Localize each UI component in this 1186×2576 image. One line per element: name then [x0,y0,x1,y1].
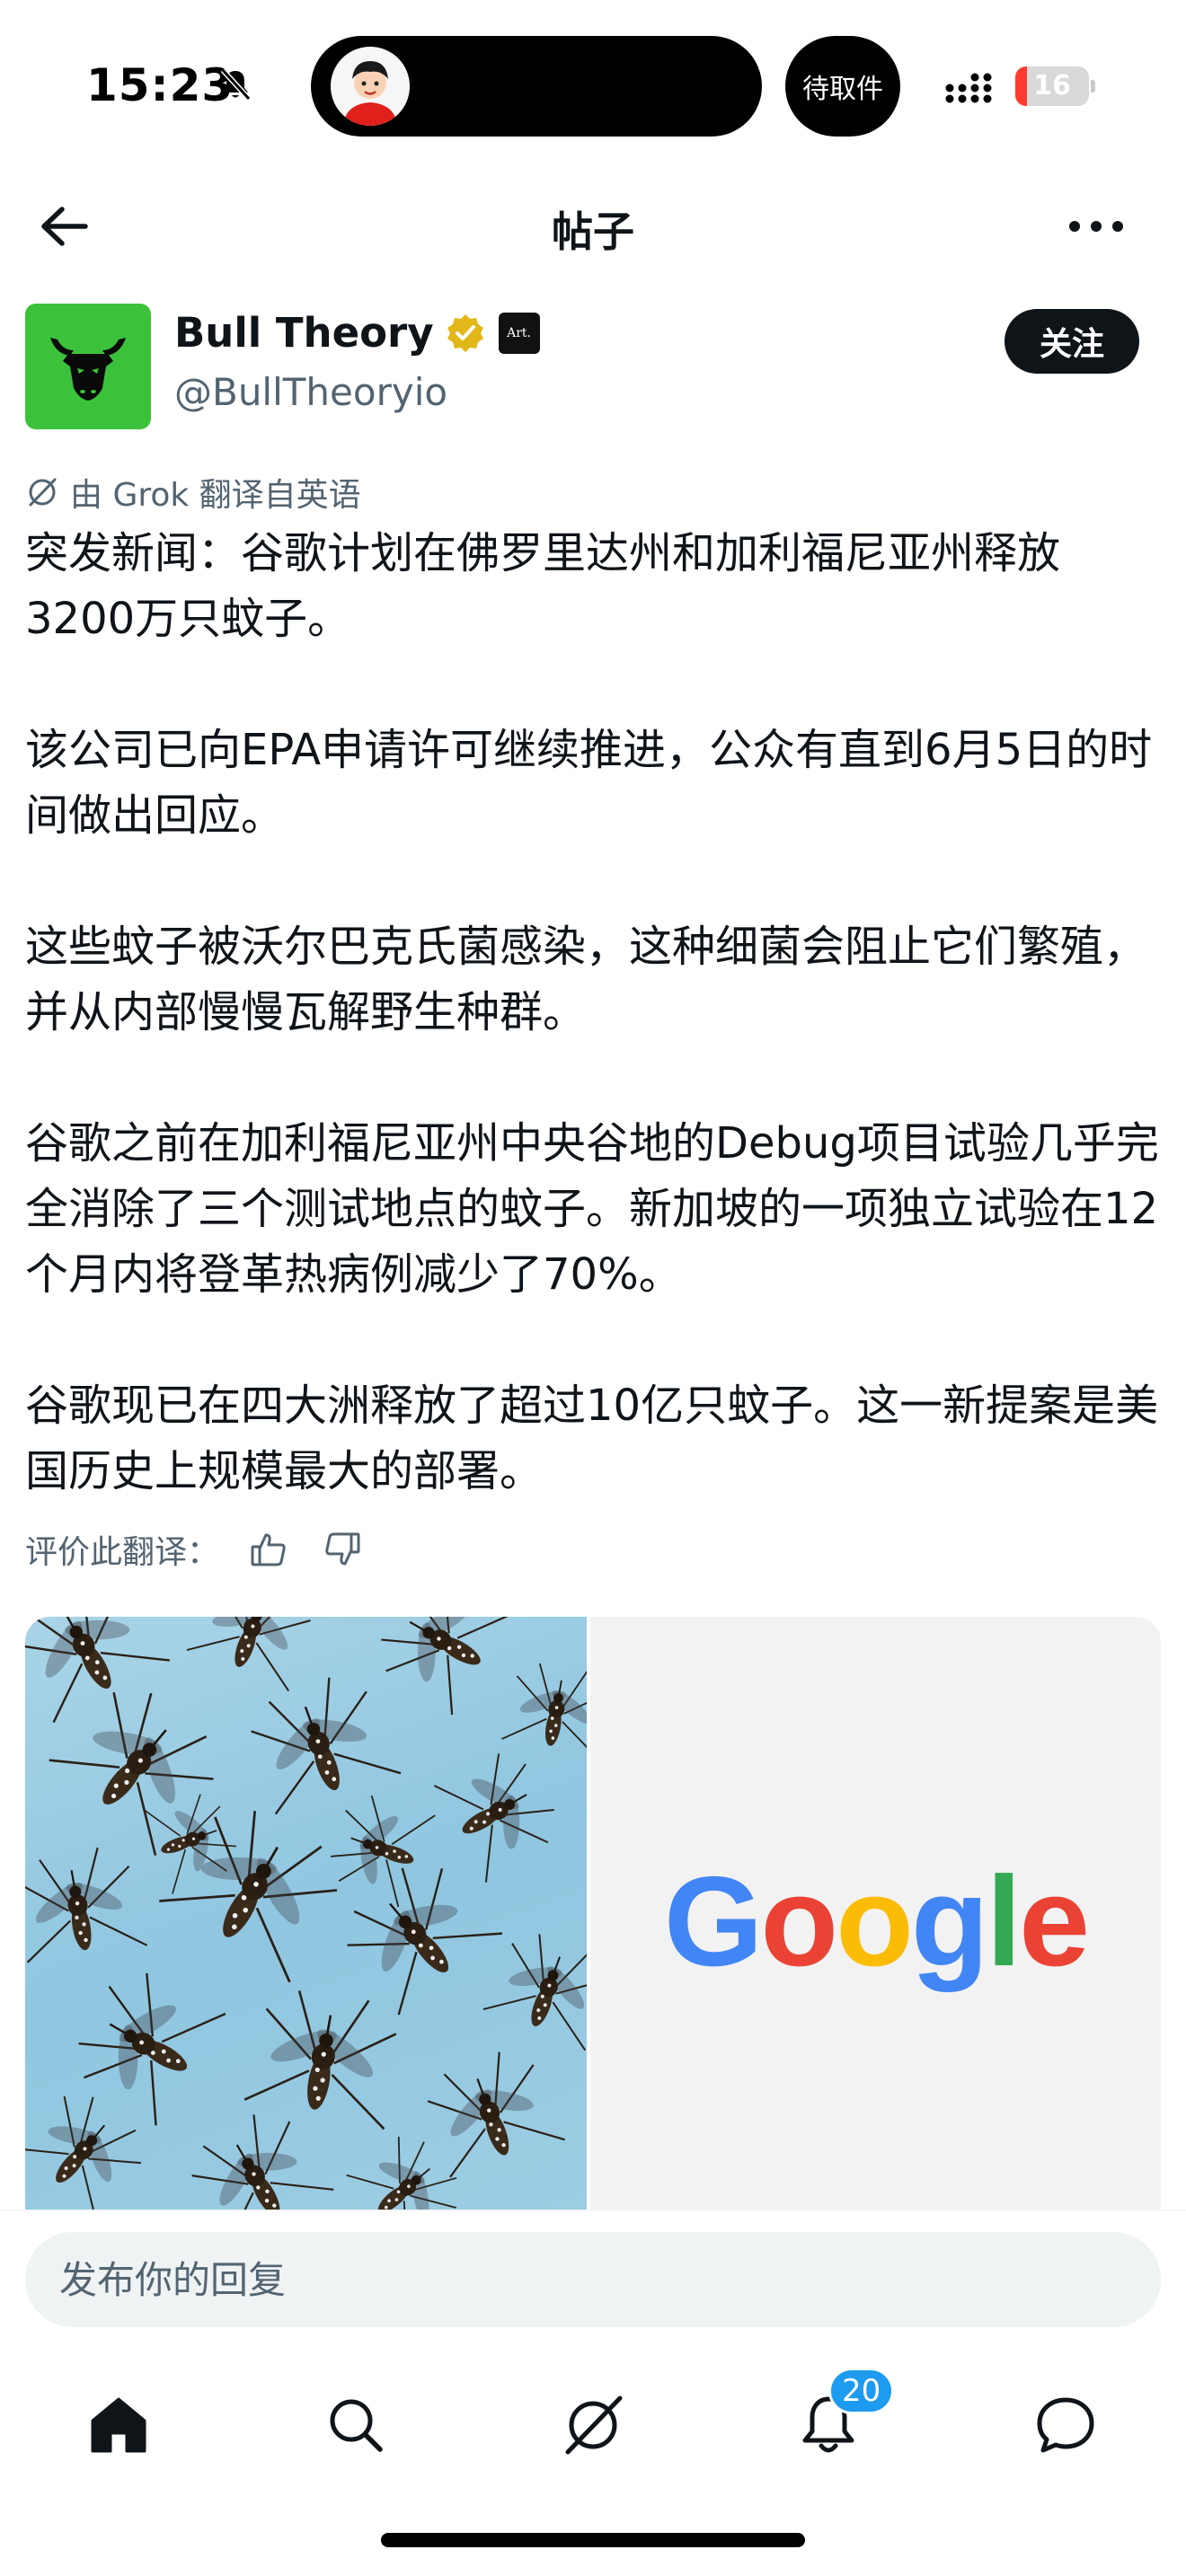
post-paragraph: 突发新闻：谷歌计划在佛罗里达州和加利福尼亚州释放3200万只蚊子。 [25,528,1061,644]
battery-level-text: 16 [1033,70,1071,101]
mosquito-shape [191,2114,334,2210]
home-indicator[interactable] [381,2533,805,2547]
google-logo-letter: o [836,1850,914,1993]
mosquito-shape [482,1934,587,2051]
mosquito-shape [251,1677,402,1815]
cellular-signal-icon [945,73,992,103]
google-logo-letter: G [663,1850,763,1993]
google-logo-letter: l [986,1850,1022,1993]
tab-home[interactable] [74,2380,164,2470]
notifications-badge: 20 [828,2368,895,2414]
google-logo-letter: o [760,1850,838,1993]
google-logo-image[interactable]: Google [590,1617,1161,2210]
follow-button[interactable]: 关注 [1005,309,1139,374]
mosquito-illustration [25,1617,587,2210]
bottom-tab-bar: 20 [0,2353,1186,2488]
more-options-button[interactable] [1060,198,1132,255]
mosquito-shape [49,1691,214,1856]
bull-logo-icon [50,338,126,401]
mosquito-shape [381,1617,517,1716]
pickup-pill[interactable]: 待取件 [785,36,900,137]
page-title: 帖子 [552,207,634,256]
tab-grok[interactable] [548,2380,638,2470]
mosquito-shape [186,1617,311,1692]
post-media: Google [25,1617,1161,2210]
mosquito-shape [25,1617,170,1724]
post-paragraph: 该公司已向EPA申请许可继续推进，公众有直到6月5日的时间做出回应。 [25,725,1153,841]
mosquito-shape [433,1753,554,1883]
google-logo-letter: g [910,1850,989,1993]
arrow-left-icon [41,207,88,246]
mosquito-shape [25,2095,141,2210]
battery-indicator: 16 [1015,66,1096,106]
mosquito-shape [330,1795,436,1908]
thumbs-down-icon [325,1532,360,1566]
author-avatar[interactable] [25,304,151,429]
thumbs-down-button[interactable] [318,1525,367,1574]
rate-translation-row: 评价此翻译： [25,1525,367,1574]
author-handle[interactable]: @BullTheoryio [174,370,447,414]
translation-note[interactable]: 由 Grok 翻译自英语 [25,469,361,516]
home-icon [91,2397,146,2453]
post-paragraph: 谷歌现已在四大洲释放了超过10亿只蚊子。这一新提案是美国历史上规模最大的部署。 [25,1381,1159,1496]
message-bubble-icon [1037,2397,1094,2453]
post-paragraph: 这些蚊子被沃尔巴克氏菌感染，这种细菌会阻止它们繁殖，并从内部慢慢瓦解野生种群。 [25,922,1147,1037]
mosquito-photo[interactable] [25,1617,587,2210]
mosquito-shape [25,1847,148,1963]
top-navigation: 帖子 [0,171,1186,282]
google-logo: Google [663,1848,1090,1996]
tab-search[interactable] [311,2380,401,2470]
translation-note-text: 由 Grok 翻译自英语 [70,477,361,514]
mosquito-shape [243,1990,397,2130]
mosquito-shape [501,1663,587,1760]
mosquito-shape [78,1972,226,2126]
reply-input[interactable] [25,2232,1161,2327]
grok-icon [565,2395,623,2455]
status-bar: 15:23 待取件 16 [0,0,1186,171]
back-button[interactable] [32,198,95,255]
status-time: 15:23 [86,59,235,111]
post-author: Bull Theory Art. @BullTheoryio 关注 [0,296,1186,440]
search-icon [330,2399,383,2452]
thumbs-up-button[interactable] [244,1525,293,1574]
live-activity-avatar [331,47,410,126]
reply-bar [0,2210,1186,2327]
grok-icon [29,478,57,507]
verified-gold-badge-icon [447,313,483,352]
author-name[interactable]: Bull Theory [174,309,434,357]
google-logo-letter: e [1019,1850,1090,1993]
rate-translation-label: 评价此翻译： [25,1534,220,1571]
mosquito-shape [427,2051,565,2178]
affiliate-badge[interactable]: Art. [498,312,540,354]
post-text: 突发新闻：谷歌计划在佛罗里达州和加利福尼亚州释放3200万只蚊子。 该公司已向E… [25,521,1161,1504]
dynamic-island[interactable] [311,36,762,137]
tab-messages[interactable] [1021,2380,1111,2470]
post-paragraph: 谷歌之前在加利福尼亚州中央谷地的Debug项目试验几乎完全消除了三个测试地点的蚊… [25,1118,1159,1300]
thumbs-up-icon [251,1533,286,1566]
more-horizontal-icon [1069,221,1123,232]
bell-off-icon [220,67,252,101]
